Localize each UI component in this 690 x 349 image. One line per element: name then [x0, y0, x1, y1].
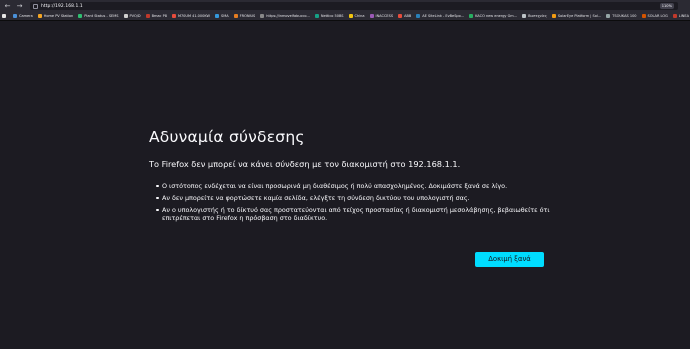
favicon-icon [672, 14, 677, 18]
bookmark-item[interactable]: Βιοτεχνίες [522, 12, 547, 20]
bookmark-item[interactable]: Bmac P8 [145, 12, 167, 20]
bookmark-item[interactable]: TSOUKAS 100 [606, 12, 637, 20]
bookmark-label: https://inmovelfabucco... [266, 13, 310, 18]
favicon-icon [78, 14, 83, 18]
bookmark-item[interactable]: SMA [214, 12, 229, 20]
favicon-icon [469, 14, 474, 18]
bookmark-label: Home PV Station [43, 13, 74, 18]
favicon-icon [214, 14, 219, 18]
favicon-icon [641, 14, 646, 18]
bookmark-label: AE SiteLink - EvBeSpo... [422, 13, 465, 18]
bookmark-item[interactable]: Home PV Station [37, 12, 74, 20]
bookmark-item[interactable]: PVO/D [123, 12, 141, 20]
bookmark-item[interactable]: https://inmovelfabucco... [260, 12, 310, 20]
favicon-icon [233, 14, 238, 18]
back-arrow-icon[interactable]: ← [3, 2, 12, 11]
bookmark-item[interactable]: KACO new energy Gm... [469, 12, 518, 20]
favicon-icon [398, 14, 403, 18]
favicon-icon [314, 14, 319, 18]
bookmark-item[interactable]: INACCESS [369, 12, 394, 20]
bookmark-label: FRONIUS [239, 13, 256, 18]
bookmark-label: SolarEye Platform | Sol... [557, 13, 602, 18]
bookmark-label: Bmac P8 [151, 13, 167, 18]
bookmark-item[interactable] [2, 12, 8, 20]
bookmark-item[interactable]: ABB [398, 12, 412, 20]
favicon-icon [522, 14, 527, 18]
forward-arrow-icon[interactable]: → [15, 2, 24, 11]
try-again-button[interactable]: Δοκιμή ξανά [475, 252, 544, 267]
bookmark-label: M70UM 41.000KW [177, 13, 210, 18]
bookmark-item[interactable]: SOLAR LOG [641, 12, 668, 20]
bookmark-label: TSOUKAS 100 [612, 13, 637, 18]
bookmark-item[interactable]: AE SiteLink - EvBeSpo... [416, 12, 465, 20]
bookmark-label: Camera [19, 13, 33, 18]
list-item: Αν ο υπολογιστής ή το δίκτυό σας προστατ… [156, 206, 562, 222]
bookmark-item[interactable]: M70UM 41.000KW [171, 12, 210, 20]
bookmark-item[interactable]: FRONIUS [233, 12, 256, 20]
favicon-icon [260, 14, 265, 18]
page-title: Αδυναμία σύνδεσης [149, 128, 305, 146]
page-icon [33, 3, 38, 9]
favicon-icon [37, 14, 42, 18]
favicon-icon [416, 14, 421, 18]
bookmark-item[interactable]: LINEA [672, 12, 690, 20]
error-suggestions: Ο ιστότοπος ενδέχεται να είναι προσωρινά… [156, 182, 562, 226]
bookmark-item[interactable]: Plant Status - SEMS [78, 12, 119, 20]
bookmark-label: LINEA [678, 13, 690, 18]
list-item: Αν δεν μπορείτε να φορτώσετε καμία σελίδ… [156, 194, 562, 202]
bookmark-item[interactable]: SolarEye Platform | Sol... [551, 12, 602, 20]
favicon-icon [348, 14, 353, 18]
bookmark-label: SMA [220, 13, 229, 18]
favicon-icon [123, 14, 128, 18]
bookmark-label: ABB [404, 13, 412, 18]
favicon-icon [2, 14, 6, 18]
bookmark-item[interactable]: Nettico 50BS [314, 12, 344, 20]
favicon-icon [13, 14, 17, 18]
bookmark-label: Plant Status - SEMS [84, 13, 119, 18]
bookmark-label: PVO/D [129, 13, 141, 18]
zoom-badge[interactable]: 110% [659, 3, 674, 9]
error-description: Το Firefox δεν μπορεί να κάνει σύνδεση μ… [149, 159, 461, 169]
bookmark-item[interactable]: Camera [13, 12, 33, 20]
url-text[interactable]: http://192.168.1.1 [41, 4, 83, 9]
bookmark-item[interactable]: China [348, 12, 365, 20]
favicon-icon [606, 14, 611, 18]
bookmark-label: China [354, 13, 365, 18]
browser-toolbar: ← → http://192.168.1.1 110% [0, 0, 690, 12]
bookmark-label: INACCESS [375, 13, 394, 18]
favicon-icon [369, 14, 374, 18]
list-item: Ο ιστότοπος ενδέχεται να είναι προσωρινά… [156, 182, 562, 190]
favicon-icon [551, 14, 556, 18]
favicon-icon [171, 14, 176, 18]
bookmark-label: Βιοτεχνίες [528, 13, 547, 18]
bookmarks-toolbar: Camera Home PV Station Plant Status - SEMS… [0, 12, 690, 21]
bookmark-label: Nettico 50BS [320, 13, 344, 18]
bookmark-label: KACO new energy Gm... [475, 13, 518, 18]
favicon-icon [145, 14, 150, 18]
address-bar[interactable]: http://192.168.1.1 110% [30, 2, 678, 10]
bookmark-label: SOLAR LOG [647, 13, 668, 18]
